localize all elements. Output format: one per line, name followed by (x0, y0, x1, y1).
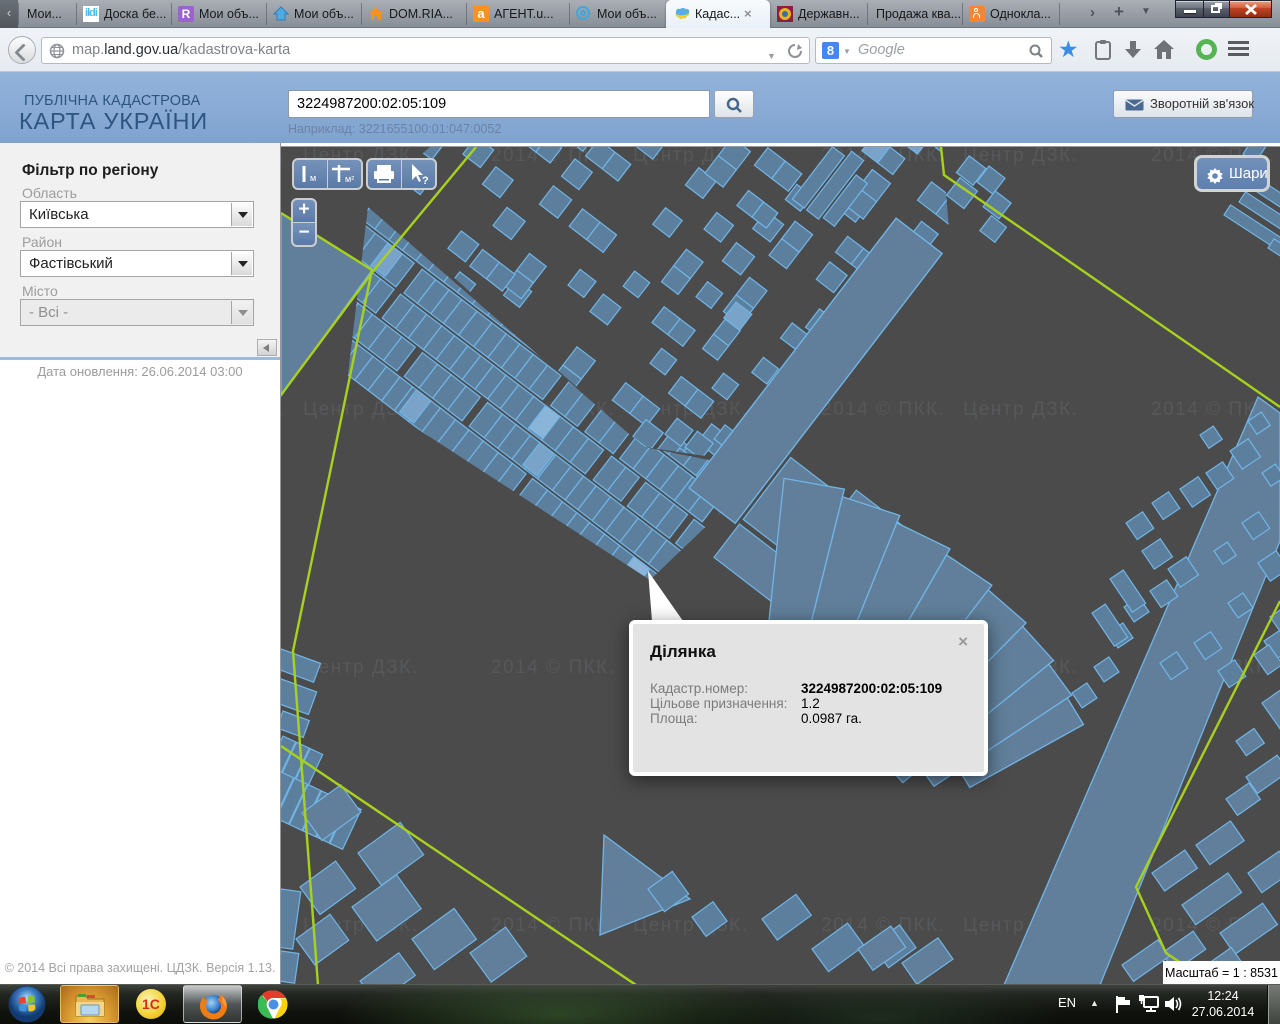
svg-text:?: ? (422, 175, 429, 187)
svg-text:м²: м² (345, 174, 354, 184)
svg-text:2014 © ПКК. Центр ДЗК.: 2014 © ПКК. Центр ДЗК. (821, 399, 1079, 420)
svg-text:м: м (310, 173, 316, 183)
